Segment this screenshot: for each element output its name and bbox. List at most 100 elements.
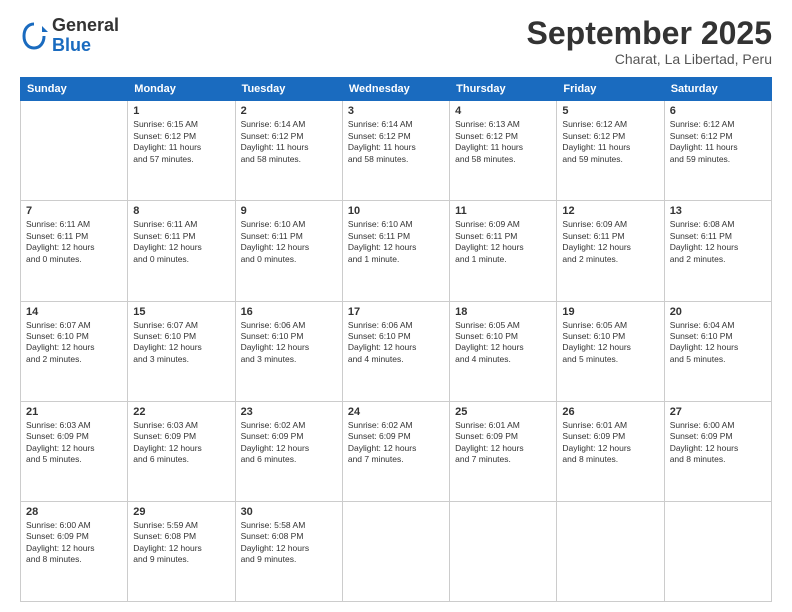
day-info: Sunrise: 6:01 AM Sunset: 6:09 PM Dayligh… bbox=[455, 420, 551, 466]
day-number: 15 bbox=[133, 306, 229, 318]
col-sunday: Sunday bbox=[21, 78, 128, 101]
day-number: 8 bbox=[133, 205, 229, 217]
day-info: Sunrise: 5:58 AM Sunset: 6:08 PM Dayligh… bbox=[241, 520, 337, 566]
day-info: Sunrise: 6:00 AM Sunset: 6:09 PM Dayligh… bbox=[26, 520, 122, 566]
day-info: Sunrise: 6:05 AM Sunset: 6:10 PM Dayligh… bbox=[562, 320, 658, 366]
col-saturday: Saturday bbox=[664, 78, 771, 101]
col-tuesday: Tuesday bbox=[235, 78, 342, 101]
table-row: 6 Sunrise: 6:12 AM Sunset: 6:12 PM Daylig… bbox=[664, 101, 771, 201]
day-info: Sunrise: 6:03 AM Sunset: 6:09 PM Dayligh… bbox=[26, 420, 122, 466]
day-info: Sunrise: 6:14 AM Sunset: 6:12 PM Dayligh… bbox=[241, 119, 337, 165]
table-row: 22 Sunrise: 6:03 AM Sunset: 6:09 PM Dayli… bbox=[128, 401, 235, 501]
day-info: Sunrise: 6:13 AM Sunset: 6:12 PM Dayligh… bbox=[455, 119, 551, 165]
day-number: 29 bbox=[133, 506, 229, 518]
day-info: Sunrise: 6:09 AM Sunset: 6:11 PM Dayligh… bbox=[455, 219, 551, 265]
day-number: 18 bbox=[455, 306, 551, 318]
table-row: 17Sunrise: 6:06 AM Sunset: 6:10 PM Dayli… bbox=[342, 301, 449, 401]
table-row: 13 Sunrise: 6:08 AM Sunset: 6:11 PM Dayli… bbox=[664, 201, 771, 301]
table-row: 29 Sunrise: 5:59 AM Sunset: 6:08 PM Dayli… bbox=[128, 501, 235, 601]
table-row: 3 Sunrise: 6:14 AM Sunset: 6:12 PM Daylig… bbox=[342, 101, 449, 201]
col-thursday: Thursday bbox=[450, 78, 557, 101]
day-number: 20 bbox=[670, 306, 766, 318]
day-number: 10 bbox=[348, 205, 444, 217]
table-row: 27Sunrise: 6:00 AM Sunset: 6:09 PM Dayli… bbox=[664, 401, 771, 501]
day-info: Sunrise: 6:11 AM Sunset: 6:11 PM Dayligh… bbox=[133, 219, 229, 265]
day-number: 5 bbox=[562, 105, 658, 117]
day-number: 27 bbox=[670, 406, 766, 418]
calendar-subtitle: Charat, La Libertad, Peru bbox=[527, 51, 772, 67]
calendar-week-row: 14Sunrise: 6:07 AM Sunset: 6:10 PM Dayli… bbox=[21, 301, 772, 401]
table-row: 15 Sunrise: 6:07 AM Sunset: 6:10 PM Dayli… bbox=[128, 301, 235, 401]
day-number: 2 bbox=[241, 105, 337, 117]
calendar-week-row: 28 Sunrise: 6:00 AM Sunset: 6:09 PM Dayli… bbox=[21, 501, 772, 601]
day-number: 22 bbox=[133, 406, 229, 418]
table-row: 23 Sunrise: 6:02 AM Sunset: 6:09 PM Dayli… bbox=[235, 401, 342, 501]
table-row: 9 Sunrise: 6:10 AM Sunset: 6:11 PM Daylig… bbox=[235, 201, 342, 301]
table-row bbox=[664, 501, 771, 601]
table-row: 12 Sunrise: 6:09 AM Sunset: 6:11 PM Dayli… bbox=[557, 201, 664, 301]
table-row: 21Sunrise: 6:03 AM Sunset: 6:09 PM Dayli… bbox=[21, 401, 128, 501]
day-info: Sunrise: 6:12 AM Sunset: 6:12 PM Dayligh… bbox=[670, 119, 766, 165]
day-info: Sunrise: 6:05 AM Sunset: 6:10 PM Dayligh… bbox=[455, 320, 551, 366]
day-number: 25 bbox=[455, 406, 551, 418]
table-row: 19Sunrise: 6:05 AM Sunset: 6:10 PM Dayli… bbox=[557, 301, 664, 401]
day-info: Sunrise: 6:14 AM Sunset: 6:12 PM Dayligh… bbox=[348, 119, 444, 165]
day-info: Sunrise: 6:10 AM Sunset: 6:11 PM Dayligh… bbox=[241, 219, 337, 265]
table-row: 8 Sunrise: 6:11 AM Sunset: 6:11 PM Daylig… bbox=[128, 201, 235, 301]
col-friday: Friday bbox=[557, 78, 664, 101]
day-info: Sunrise: 6:03 AM Sunset: 6:09 PM Dayligh… bbox=[133, 420, 229, 466]
day-info: Sunrise: 5:59 AM Sunset: 6:08 PM Dayligh… bbox=[133, 520, 229, 566]
day-number: 30 bbox=[241, 506, 337, 518]
day-number: 23 bbox=[241, 406, 337, 418]
table-row: 16Sunrise: 6:06 AM Sunset: 6:10 PM Dayli… bbox=[235, 301, 342, 401]
table-row bbox=[342, 501, 449, 601]
table-row bbox=[450, 501, 557, 601]
logo-blue-text: Blue bbox=[52, 36, 119, 56]
day-info: Sunrise: 6:11 AM Sunset: 6:11 PM Dayligh… bbox=[26, 219, 122, 265]
day-info: Sunrise: 6:02 AM Sunset: 6:09 PM Dayligh… bbox=[241, 420, 337, 466]
day-number: 9 bbox=[241, 205, 337, 217]
table-row: 2 Sunrise: 6:14 AM Sunset: 6:12 PM Daylig… bbox=[235, 101, 342, 201]
day-number: 3 bbox=[348, 105, 444, 117]
logo: General Blue bbox=[20, 16, 119, 56]
day-info: Sunrise: 6:07 AM Sunset: 6:10 PM Dayligh… bbox=[133, 320, 229, 366]
col-wednesday: Wednesday bbox=[342, 78, 449, 101]
day-info: Sunrise: 6:08 AM Sunset: 6:11 PM Dayligh… bbox=[670, 219, 766, 265]
table-row: 11Sunrise: 6:09 AM Sunset: 6:11 PM Dayli… bbox=[450, 201, 557, 301]
day-info: Sunrise: 6:01 AM Sunset: 6:09 PM Dayligh… bbox=[562, 420, 658, 466]
day-info: Sunrise: 6:10 AM Sunset: 6:11 PM Dayligh… bbox=[348, 219, 444, 265]
calendar-title: September 2025 bbox=[527, 16, 772, 51]
table-row: 26 Sunrise: 6:01 AM Sunset: 6:09 PM Dayli… bbox=[557, 401, 664, 501]
day-number: 24 bbox=[348, 406, 444, 418]
table-row: 18 Sunrise: 6:05 AM Sunset: 6:10 PM Dayli… bbox=[450, 301, 557, 401]
table-row: 25 Sunrise: 6:01 AM Sunset: 6:09 PM Dayli… bbox=[450, 401, 557, 501]
table-row: 20 Sunrise: 6:04 AM Sunset: 6:10 PM Dayli… bbox=[664, 301, 771, 401]
table-row: 10 Sunrise: 6:10 AM Sunset: 6:11 PM Dayli… bbox=[342, 201, 449, 301]
day-number: 28 bbox=[26, 506, 122, 518]
day-number: 26 bbox=[562, 406, 658, 418]
table-row: 28 Sunrise: 6:00 AM Sunset: 6:09 PM Dayli… bbox=[21, 501, 128, 601]
day-info: Sunrise: 6:02 AM Sunset: 6:09 PM Dayligh… bbox=[348, 420, 444, 466]
table-row: 4Sunrise: 6:13 AM Sunset: 6:12 PM Daylig… bbox=[450, 101, 557, 201]
title-block: September 2025 Charat, La Libertad, Peru bbox=[527, 16, 772, 67]
calendar-header-row: Sunday Monday Tuesday Wednesday Thursday… bbox=[21, 78, 772, 101]
day-info: Sunrise: 6:09 AM Sunset: 6:11 PM Dayligh… bbox=[562, 219, 658, 265]
day-number: 13 bbox=[670, 205, 766, 217]
day-info: Sunrise: 6:15 AM Sunset: 6:12 PM Dayligh… bbox=[133, 119, 229, 165]
calendar-week-row: 21Sunrise: 6:03 AM Sunset: 6:09 PM Dayli… bbox=[21, 401, 772, 501]
day-info: Sunrise: 6:04 AM Sunset: 6:10 PM Dayligh… bbox=[670, 320, 766, 366]
table-row: 30 Sunrise: 5:58 AM Sunset: 6:08 PM Dayli… bbox=[235, 501, 342, 601]
calendar-week-row: 7Sunrise: 6:11 AM Sunset: 6:11 PM Daylig… bbox=[21, 201, 772, 301]
table-row: 7Sunrise: 6:11 AM Sunset: 6:11 PM Daylig… bbox=[21, 201, 128, 301]
day-info: Sunrise: 6:06 AM Sunset: 6:10 PM Dayligh… bbox=[348, 320, 444, 366]
table-row: 1Sunrise: 6:15 AM Sunset: 6:12 PM Daylig… bbox=[128, 101, 235, 201]
logo-icon bbox=[20, 22, 48, 50]
table-row: 14Sunrise: 6:07 AM Sunset: 6:10 PM Dayli… bbox=[21, 301, 128, 401]
logo-general-text: General bbox=[52, 16, 119, 36]
day-number: 12 bbox=[562, 205, 658, 217]
table-row: 5Sunrise: 6:12 AM Sunset: 6:12 PM Daylig… bbox=[557, 101, 664, 201]
day-number: 6 bbox=[670, 105, 766, 117]
calendar-table: Sunday Monday Tuesday Wednesday Thursday… bbox=[20, 77, 772, 602]
table-row: 24 Sunrise: 6:02 AM Sunset: 6:09 PM Dayli… bbox=[342, 401, 449, 501]
day-info: Sunrise: 6:06 AM Sunset: 6:10 PM Dayligh… bbox=[241, 320, 337, 366]
